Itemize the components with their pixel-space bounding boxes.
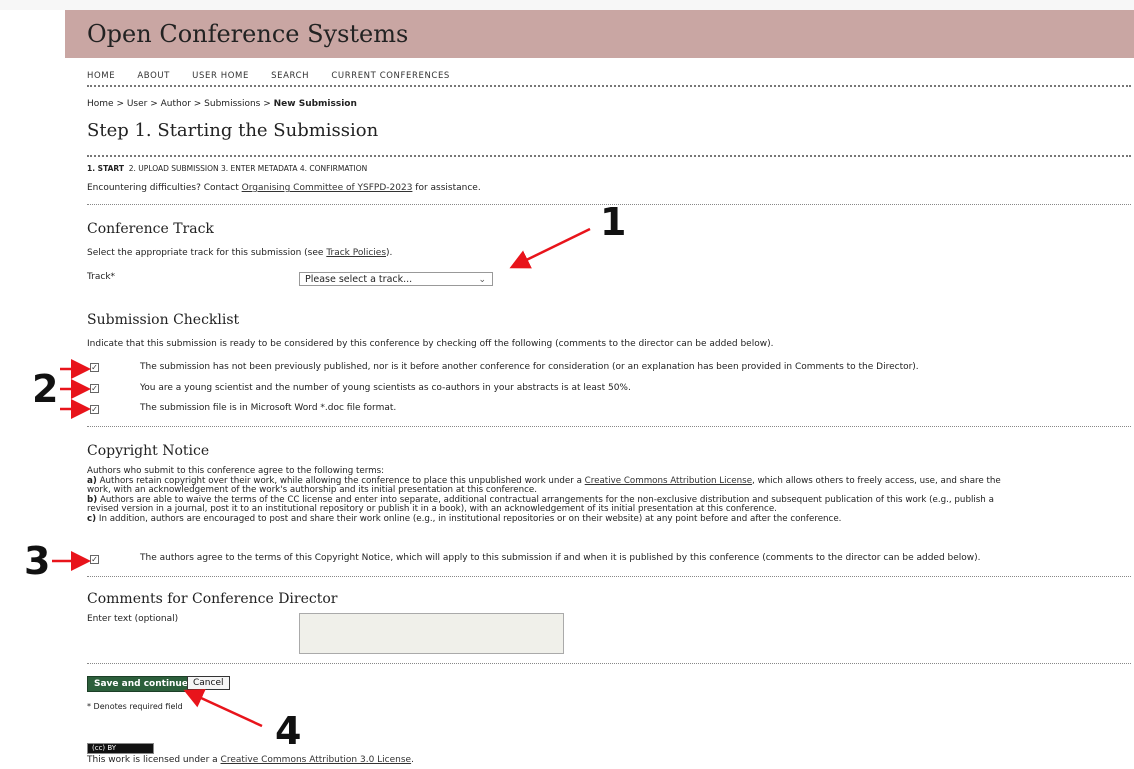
annotation-number-2: 2 — [32, 367, 59, 411]
arrow-4 — [183, 689, 263, 728]
annotation-number-1: 1 — [600, 200, 627, 244]
annotation-arrows — [52, 227, 591, 728]
arrow-1 — [509, 227, 591, 269]
annotation-number-4: 4 — [275, 709, 302, 753]
annotation-number-3: 3 — [24, 539, 51, 583]
